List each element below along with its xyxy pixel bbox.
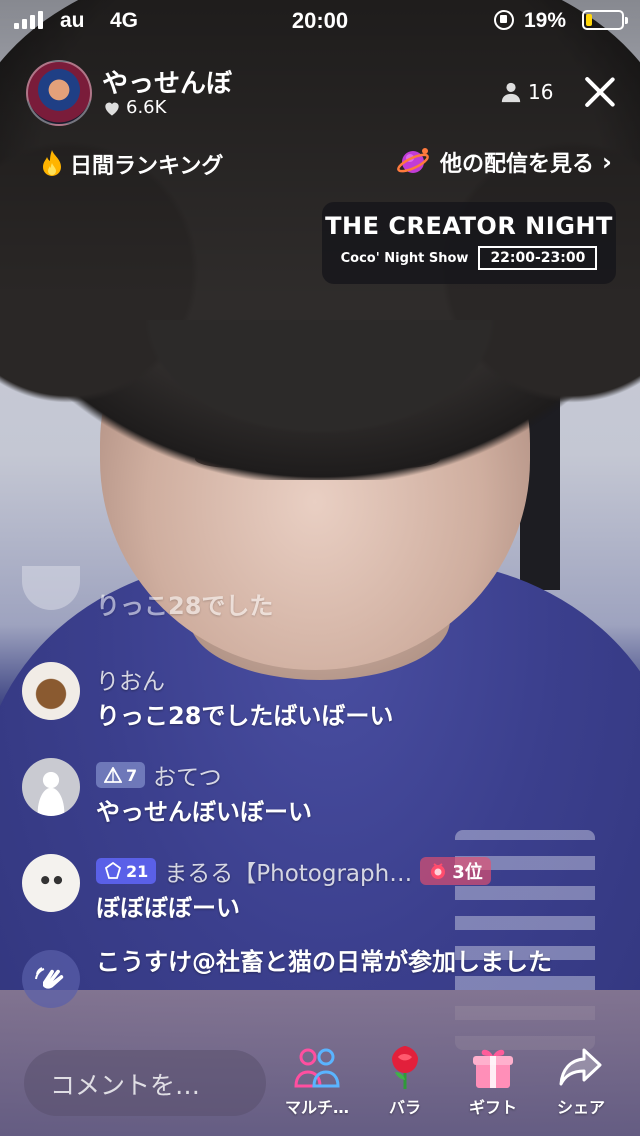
comment-input[interactable]: コメントを…: [24, 1050, 266, 1116]
multi-guest-label: マルチ…: [284, 1098, 349, 1117]
likes-value: 6.6K: [126, 97, 167, 118]
comment-message: りっこ28でしたばいばーい: [96, 702, 394, 730]
event-show-name: Coco' Night Show: [340, 250, 469, 266]
gift-icon: [473, 1049, 513, 1088]
commenter-name[interactable]: まるる【Photograph…: [164, 854, 412, 888]
level-value: 21: [126, 861, 149, 881]
viewer-count-value: 16: [528, 80, 554, 104]
rose-label: バラ: [388, 1098, 421, 1117]
event-title: THE CREATOR NIGHT: [325, 212, 613, 240]
flame-icon: [43, 150, 61, 176]
commenter-name[interactable]: りおん: [96, 662, 393, 696]
gift-label: ギフト: [468, 1098, 517, 1117]
commenter-avatar[interactable]: [22, 662, 80, 720]
event-banner[interactable]: THE CREATOR NIGHT Coco' Night Show 22:00…: [322, 202, 616, 284]
commenter-avatar[interactable]: [22, 566, 80, 610]
level-badge-icon: 21: [96, 858, 157, 884]
commenter-avatar[interactable]: [22, 758, 80, 816]
multi-guest-button[interactable]: マルチ…: [272, 1046, 362, 1118]
share-icon: [559, 1048, 602, 1086]
multi-guest-icon: [294, 1048, 340, 1088]
rank-badge-icon: 3位: [420, 857, 491, 885]
battery-icon: [582, 10, 628, 30]
event-time: 22:00-23:00: [478, 246, 598, 270]
planet-icon: [397, 148, 429, 173]
commenter-name[interactable]: おてつ: [153, 758, 222, 792]
list-item: 7 おてつ やっせんぼいぼーい: [22, 758, 312, 828]
comment-feed[interactable]: りっこ28でした りおん りっこ28でしたばいばーい 7 おてつ やっせんぼいぼ…: [0, 566, 640, 1020]
orientation-lock-icon: [494, 10, 514, 30]
level-badge-icon: 7: [96, 762, 146, 788]
host-avatar[interactable]: [26, 60, 92, 126]
person-icon: [501, 82, 521, 103]
wave-hand-icon: [22, 950, 80, 1008]
share-label: シェア: [556, 1098, 605, 1117]
heart-icon: [105, 102, 119, 115]
rose-button[interactable]: バラ: [360, 1046, 450, 1118]
gift-button[interactable]: ギフト: [448, 1046, 538, 1118]
commenter-avatar[interactable]: [22, 854, 80, 912]
daily-ranking-label: 日間ランキング: [70, 154, 224, 179]
comment-message: りっこ28でした: [96, 592, 274, 620]
streamer-hair-fringe: [120, 320, 520, 450]
close-icon[interactable]: [582, 74, 618, 110]
viewer-count[interactable]: 16: [500, 80, 553, 104]
rank-value: 3位: [452, 862, 483, 883]
other-streams-label: 他の配信を見る: [440, 152, 595, 177]
comment-message: ぼぼぼぼーい: [96, 894, 240, 922]
other-streams-button[interactable]: 他の配信を見る ›: [396, 145, 612, 179]
system-join-message: こうすけ@社畜と猫の日常が参加しました: [96, 948, 552, 976]
battery-percent: 19%: [524, 9, 567, 32]
list-item: 21 まるる【Photograph… 3位 ぼぼぼぼーい: [22, 854, 491, 924]
likes-count: 6.6K: [102, 97, 166, 118]
share-button[interactable]: シェア: [536, 1046, 626, 1118]
list-item: りっこ28でした: [22, 566, 274, 622]
battery-fill: [586, 14, 592, 26]
list-item: こうすけ@社畜と猫の日常が参加しました: [22, 948, 596, 1008]
level-value: 7: [126, 765, 138, 785]
chevron-right-icon: ›: [602, 148, 612, 176]
host-name[interactable]: やっせんぼ: [102, 63, 232, 100]
daily-ranking-button[interactable]: 日間ランキング: [40, 148, 223, 180]
rose-icon: [392, 1046, 418, 1089]
status-bar: au 4G 20:00 19%: [0, 0, 640, 40]
list-item: りおん りっこ28でしたばいばーい: [22, 662, 393, 732]
comment-message: やっせんぼいぼーい: [96, 798, 312, 826]
